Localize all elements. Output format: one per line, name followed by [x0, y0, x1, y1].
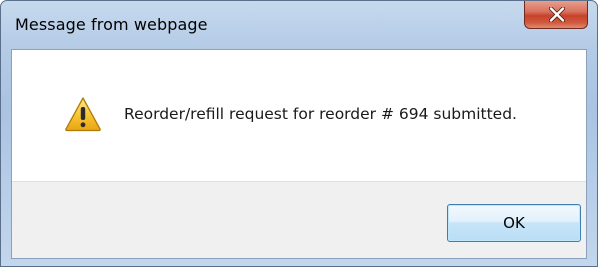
warning-icon — [65, 97, 101, 132]
message-text: Reorder/refill request for reorder # 694… — [124, 105, 517, 123]
dialog-body: Reorder/refill request for reorder # 694… — [11, 49, 587, 259]
button-bar: OK — [12, 181, 586, 258]
title-bar[interactable]: Message from webpage — [1, 1, 597, 49]
window-title: Message from webpage — [15, 15, 208, 34]
ok-button[interactable]: OK — [447, 204, 581, 242]
message-area: Reorder/refill request for reorder # 694… — [12, 50, 586, 181]
message-dialog: Message from webpage Reorder/refill requ… — [0, 0, 598, 267]
close-button[interactable] — [524, 1, 588, 29]
close-icon — [549, 7, 565, 22]
